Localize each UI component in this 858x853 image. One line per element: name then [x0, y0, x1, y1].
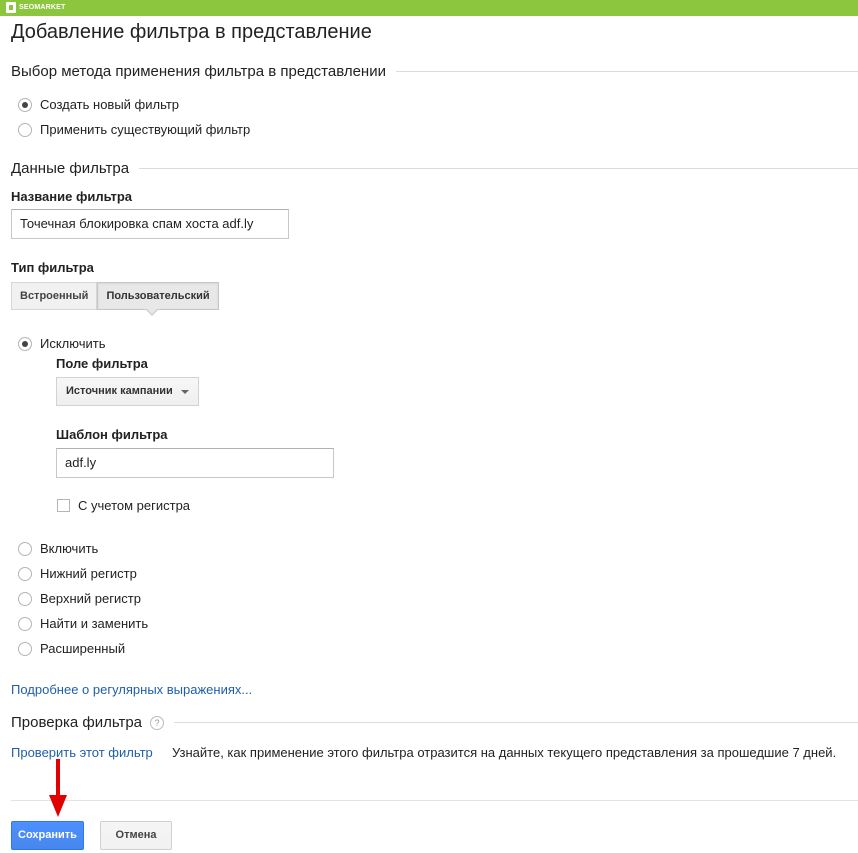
top-bar: SEOMARKET	[0, 0, 858, 16]
footer-divider	[11, 800, 858, 801]
radio-button[interactable]	[18, 616, 32, 631]
tab-custom[interactable]: Пользовательский	[97, 282, 219, 310]
filter-pattern-label: Шаблон фильтра	[56, 427, 168, 442]
tab-predefined[interactable]: Встроенный	[11, 282, 98, 310]
radio-button[interactable]	[18, 641, 32, 656]
save-button[interactable]: Сохранить	[11, 821, 84, 850]
radio-include[interactable]: Включить	[18, 541, 98, 556]
brand-name: SEOMARKET	[19, 4, 66, 11]
regex-help-link[interactable]: Подробнее о регулярных выражениях...	[11, 682, 252, 697]
radio-button[interactable]	[18, 591, 32, 606]
tab-pointer-fill	[146, 308, 158, 314]
radio-button[interactable]	[18, 541, 32, 556]
filter-type-label: Тип фильтра	[11, 260, 94, 275]
section-divider	[139, 168, 858, 169]
case-sensitive-option[interactable]: С учетом регистра	[57, 498, 190, 513]
brand-logo-icon	[6, 2, 16, 13]
radio-label: Создать новый фильтр	[40, 97, 180, 112]
radio-button[interactable]	[18, 566, 32, 581]
method-section-header: Выбор метода применения фильтра в предст…	[11, 63, 858, 80]
radio-create-new-filter[interactable]: Создать новый фильтр	[18, 97, 179, 112]
case-sensitive-checkbox[interactable]	[57, 499, 70, 512]
radio-label: Применить существующий фильтр	[40, 122, 251, 137]
radio-label: Расширенный	[40, 641, 126, 656]
radio-button[interactable]	[18, 336, 32, 351]
filter-type-tabs: Встроенный Пользовательский	[11, 282, 219, 310]
filter-name-label: Название фильтра	[11, 189, 132, 204]
radio-apply-existing-filter[interactable]: Применить существующий фильтр	[18, 122, 250, 137]
filter-data-section-title: Данные фильтра	[11, 160, 130, 177]
radio-label: Исключить	[40, 336, 106, 351]
method-section-title: Выбор метода применения фильтра в предст…	[11, 63, 386, 80]
radio-button[interactable]	[18, 97, 32, 112]
cancel-button[interactable]: Отмена	[100, 821, 172, 850]
page-title: Добавление фильтра в представление	[11, 21, 372, 43]
verify-description: Узнайте, как применение этого фильтра от…	[172, 745, 837, 760]
radio-label: Включить	[40, 541, 99, 556]
filter-field-label: Поле фильтра	[56, 356, 148, 371]
filter-field-select[interactable]: Источник кампании	[56, 377, 199, 406]
radio-label: Найти и заменить	[40, 616, 149, 631]
radio-lowercase[interactable]: Нижний регистр	[18, 566, 137, 581]
section-divider	[174, 722, 858, 723]
verify-section-title: Проверка фильтра	[11, 714, 143, 731]
section-divider	[395, 71, 858, 72]
verify-filter-link[interactable]: Проверить этот фильтр	[11, 745, 153, 760]
radio-advanced[interactable]: Расширенный	[18, 641, 125, 656]
verify-section-header: Проверка фильтра ?	[11, 714, 858, 731]
radio-label: Верхний регистр	[40, 591, 141, 606]
chevron-down-icon	[181, 390, 189, 394]
radio-search-replace[interactable]: Найти и заменить	[18, 616, 148, 631]
filter-pattern-input[interactable]: adf.ly	[56, 448, 334, 478]
annotation-arrow-icon	[49, 759, 67, 817]
radio-exclude[interactable]: Исключить	[18, 336, 106, 351]
help-icon[interactable]: ?	[150, 715, 165, 730]
radio-button[interactable]	[18, 122, 32, 137]
radio-uppercase[interactable]: Верхний регистр	[18, 591, 141, 606]
case-sensitive-label: С учетом регистра	[78, 498, 191, 513]
filter-field-value: Источник кампании	[66, 385, 173, 397]
filter-data-section-header: Данные фильтра	[11, 160, 858, 177]
filter-name-input[interactable]: Точечная блокировка спам хоста adf.ly	[11, 209, 289, 239]
brand: SEOMARKET	[6, 2, 66, 13]
radio-label: Нижний регистр	[40, 566, 137, 581]
